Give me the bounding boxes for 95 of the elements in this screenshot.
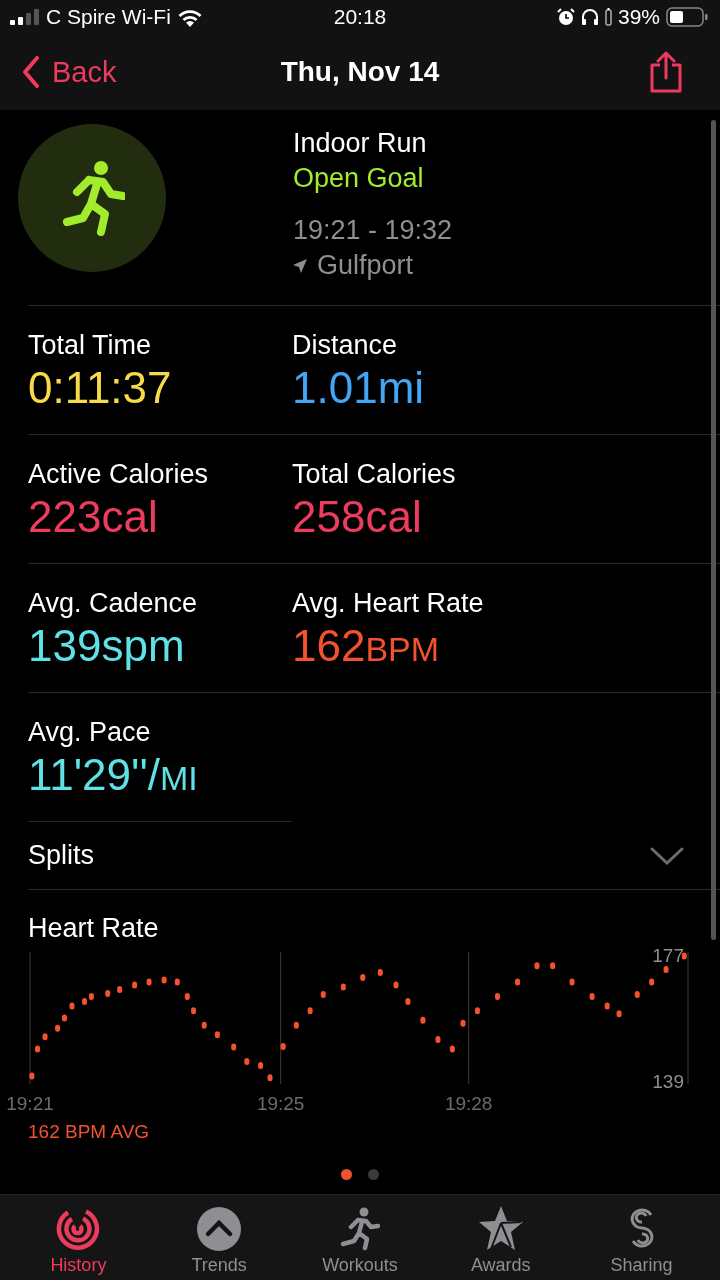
metric-value: 223cal xyxy=(28,491,159,543)
y-axis-label: 139 xyxy=(652,1070,684,1092)
x-axis-label: 19:28 xyxy=(444,1093,493,1114)
metric-value: 162BPM xyxy=(292,620,441,672)
carrier-name: C Spire Wi-Fi xyxy=(46,5,171,29)
signal-icon xyxy=(10,9,40,25)
data-point xyxy=(360,973,366,981)
metric-value: 1.01mi xyxy=(292,362,426,414)
metric-label: Avg. Heart Rate xyxy=(292,587,485,619)
data-point xyxy=(55,1024,61,1032)
wifi-icon xyxy=(176,7,203,27)
metric-value: 0:11:37 xyxy=(28,362,173,414)
nav-title: Thu, Nov 14 xyxy=(280,56,440,88)
metric-label: Active Calories xyxy=(28,458,210,490)
page-dot[interactable] xyxy=(341,1169,352,1180)
metric-label: Distance xyxy=(292,329,399,361)
runner-icon xyxy=(340,1207,380,1251)
data-point xyxy=(550,962,556,970)
metric-value: 11'29''/MI xyxy=(28,749,199,801)
y-axis-label: 177 xyxy=(652,945,684,967)
data-point xyxy=(460,1019,466,1027)
data-point xyxy=(515,978,521,986)
data-point xyxy=(634,991,640,999)
data-point xyxy=(61,1014,67,1022)
data-point xyxy=(435,1035,441,1043)
average-label: 162 BPM AVG xyxy=(28,1121,151,1143)
metric-value: 139spm xyxy=(28,620,186,672)
data-point xyxy=(184,993,190,1001)
location-icon xyxy=(293,258,307,273)
data-point xyxy=(191,1007,197,1015)
data-point xyxy=(420,1016,426,1024)
data-point xyxy=(201,1021,207,1029)
data-point xyxy=(616,1010,622,1018)
data-point xyxy=(405,998,411,1005)
tab[interactable]: Trends xyxy=(159,1195,280,1280)
metric-label: Avg. Cadence xyxy=(28,587,199,619)
chevron-left-icon xyxy=(22,56,40,88)
data-point xyxy=(293,1021,299,1029)
data-point xyxy=(105,990,111,998)
data-point xyxy=(320,991,326,999)
battery-icon xyxy=(666,7,708,27)
chevron-up-icon xyxy=(197,1207,242,1251)
data-point xyxy=(569,978,575,986)
data-point xyxy=(449,1045,455,1053)
data-point xyxy=(307,1007,313,1015)
data-point xyxy=(649,978,655,986)
data-point xyxy=(258,1062,264,1069)
share-icon[interactable] xyxy=(648,51,684,93)
data-point xyxy=(340,983,346,991)
data-point xyxy=(174,978,180,986)
tab[interactable]: Workouts xyxy=(300,1195,420,1280)
tab[interactable]: Sharing xyxy=(581,1195,702,1280)
back-button[interactable]: Back xyxy=(22,55,117,89)
data-point xyxy=(534,962,540,970)
headphones-icon xyxy=(580,8,599,26)
data-point xyxy=(604,1002,610,1010)
data-point xyxy=(377,968,383,976)
data-point xyxy=(69,1002,75,1010)
data-point xyxy=(161,976,167,984)
data-point xyxy=(393,981,399,989)
page-dot[interactable] xyxy=(368,1169,379,1180)
data-point xyxy=(663,966,669,973)
data-point xyxy=(214,1031,220,1039)
data-point xyxy=(681,952,687,960)
data-point xyxy=(146,978,152,986)
data-point xyxy=(117,986,123,994)
data-point xyxy=(589,993,595,1001)
data-point xyxy=(42,1033,48,1041)
chart-title: Heart Rate xyxy=(28,912,160,944)
metric-label: Total Time xyxy=(28,329,153,361)
charging-icon xyxy=(604,8,612,26)
status-time: 20:18 xyxy=(333,5,387,29)
metric-value: 258cal xyxy=(292,491,423,543)
alarm-icon xyxy=(556,8,575,26)
tab[interactable]: Awards xyxy=(440,1195,561,1280)
time-range: 19:21 - 19:32 xyxy=(293,214,453,247)
data-point xyxy=(231,1043,237,1051)
data-point xyxy=(280,1042,286,1050)
data-point xyxy=(132,981,138,989)
metric-label: Avg. Pace xyxy=(28,716,152,748)
data-point xyxy=(267,1074,273,1082)
metric-label: Total Calories xyxy=(292,458,457,490)
location-name: Gulfport xyxy=(317,249,414,282)
battery-percent: 39% xyxy=(617,5,660,29)
data-point xyxy=(244,1058,250,1066)
x-axis-label: 19:25 xyxy=(256,1093,305,1114)
x-axis-label: 19:21 xyxy=(6,1093,54,1114)
workout-goal: Open Goal xyxy=(293,162,425,195)
data-point xyxy=(29,1072,35,1080)
tab[interactable]: History xyxy=(18,1195,139,1280)
data-point xyxy=(495,993,500,1001)
rings-icon xyxy=(56,1207,101,1251)
workout-name: Indoor Run xyxy=(293,127,428,160)
data-point xyxy=(474,1007,480,1015)
data-point xyxy=(35,1045,40,1053)
